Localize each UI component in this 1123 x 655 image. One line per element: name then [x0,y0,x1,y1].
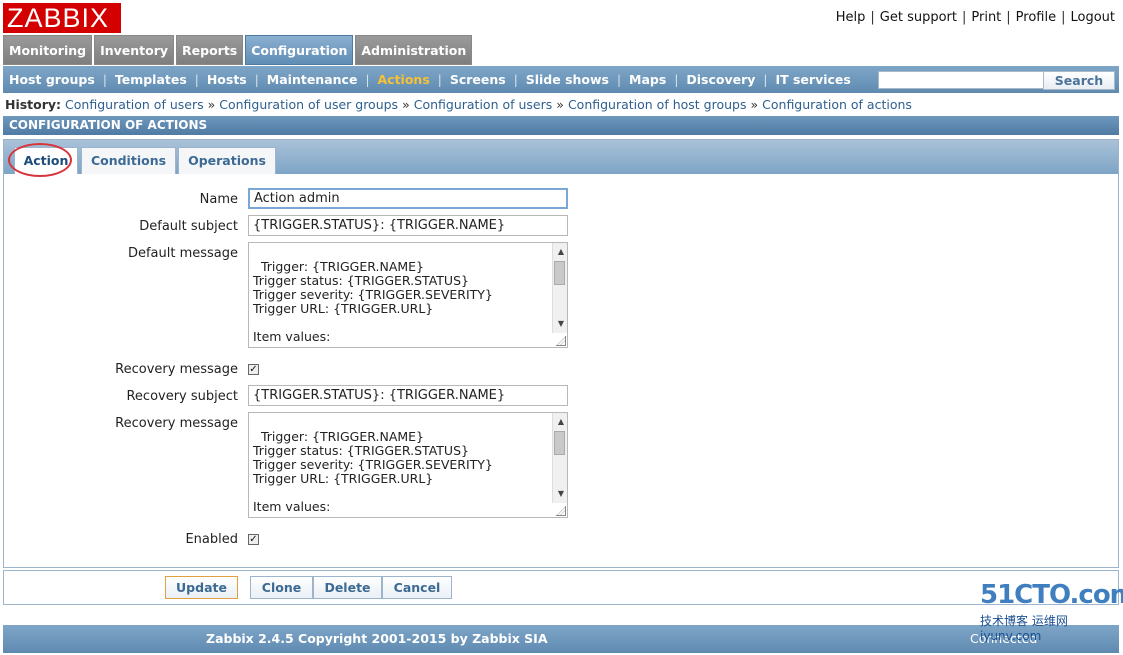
recovery-subject-input[interactable]: {TRIGGER.STATUS}: {TRIGGER.NAME} [248,385,568,406]
footer: Zabbix 2.4.5 Copyright 2001-2015 by Zabb… [3,625,1119,653]
default-message-textarea[interactable]: Trigger: {TRIGGER.NAME} Trigger status: … [248,242,568,348]
cancel-button[interactable]: Cancel [382,576,452,599]
scroll-thumb[interactable] [554,431,565,455]
section-title: CONFIGURATION OF ACTIONS [3,116,1119,135]
recovery-message-label: Recovery message [115,416,238,431]
submenu-templates[interactable]: Templates [115,72,187,87]
name-label: Name [199,192,238,207]
scroll-down-icon[interactable]: ▼ [558,317,564,331]
main-menu: Monitoring Inventory Reports Configurati… [3,35,474,65]
default-message-label: Default message [127,246,238,261]
enabled-checkbox[interactable]: ✓ [248,534,259,545]
menu-administration[interactable]: Administration [355,35,473,65]
highlight-circle [8,143,72,177]
submenu-discovery[interactable]: Discovery [686,72,755,87]
top-links: Help | Get support | Print | Profile | Logout [835,10,1115,25]
history-label: History: [5,97,62,112]
submenu-slide-shows[interactable]: Slide shows [526,72,609,87]
delete-button[interactable]: Delete [313,576,382,599]
scroll-thumb[interactable] [554,261,565,285]
default-message-text: Trigger: {TRIGGER.NAME} Trigger status: … [253,259,493,344]
menu-monitoring[interactable]: Monitoring [3,35,93,65]
submenu-screens[interactable]: Screens [450,72,506,87]
default-subject-label: Default subject [139,219,238,234]
search-button[interactable]: Search [1043,71,1115,90]
footer-copyright: Zabbix 2.4.5 Copyright 2001-2015 by Zabb… [206,631,548,646]
get-support-link[interactable]: Get support [880,10,957,25]
scroll-up-icon[interactable]: ▲ [558,245,564,259]
name-input[interactable]: Action admin [248,188,568,209]
recovery-message-checkbox-label: Recovery message [115,362,238,377]
recovery-message-text: Trigger: {TRIGGER.NAME} Trigger status: … [253,429,493,514]
submenu-hosts[interactable]: Hosts [207,72,247,87]
history-item[interactable]: Configuration of user groups [219,97,398,112]
resize-grip-icon[interactable] [556,506,566,516]
clone-button[interactable]: Clone [250,576,313,599]
tab-conditions[interactable]: Conditions [81,147,176,174]
submenu-host-groups[interactable]: Host groups [9,72,95,87]
submenu-maps[interactable]: Maps [629,72,666,87]
help-link[interactable]: Help [836,10,866,25]
menu-configuration[interactable]: Configuration [245,35,354,65]
menu-inventory[interactable]: Inventory [94,35,175,65]
history-item[interactable]: Configuration of users [65,97,204,112]
search-input[interactable] [878,71,1044,89]
scroll-down-icon[interactable]: ▼ [558,487,564,501]
submenu-maintenance[interactable]: Maintenance [267,72,358,87]
default-subject-input[interactable]: {TRIGGER.STATUS}: {TRIGGER.NAME} [248,215,568,236]
resize-grip-icon[interactable] [556,336,566,346]
profile-link[interactable]: Profile [1016,10,1056,25]
print-link[interactable]: Print [971,10,1001,25]
watermark-logo: 51CTO.com 技术博客 运维网 iyunv.com [980,580,1123,650]
zabbix-logo[interactable]: ZABBIX [3,3,121,33]
update-button[interactable]: Update [165,576,238,599]
submenu-it-services[interactable]: IT services [775,72,850,87]
logout-link[interactable]: Logout [1070,10,1115,25]
watermark-top: 51CTO.com [980,580,1123,610]
history-item[interactable]: Configuration of actions [762,97,912,112]
recovery-subject-label: Recovery subject [126,389,238,404]
watermark-bottom: 技术博客 运维网 iyunv.com [980,614,1068,643]
tab-operations[interactable]: Operations [178,147,276,174]
enabled-label: Enabled [185,532,238,547]
menu-reports[interactable]: Reports [176,35,244,65]
scroll-up-icon[interactable]: ▲ [558,415,564,429]
recovery-message-checkbox[interactable]: ✓ [248,364,259,375]
history-breadcrumb: History: Configuration of users» Configur… [5,97,912,112]
form-tab-bar: Action Conditions Operations [4,140,1118,174]
recovery-message-textarea[interactable]: Trigger: {TRIGGER.NAME} Trigger status: … [248,412,568,518]
submenu-actions[interactable]: Actions [377,72,429,87]
history-item[interactable]: Configuration of users [414,97,553,112]
history-item[interactable]: Configuration of host groups [568,97,747,112]
